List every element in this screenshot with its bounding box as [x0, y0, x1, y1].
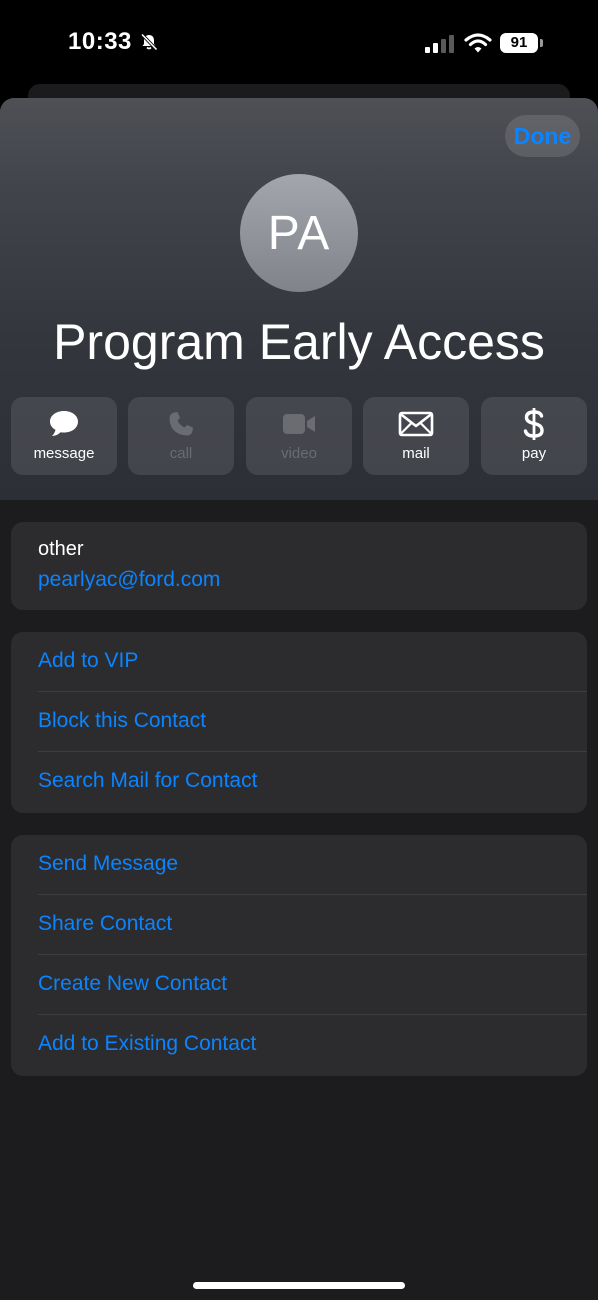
- send-message-button[interactable]: Send Message: [11, 835, 587, 895]
- contact-name: Program Early Access: [53, 314, 545, 370]
- contact-options-group: Add to VIP Block this Contact Search Mai…: [11, 632, 587, 813]
- message-action-button[interactable]: message: [11, 397, 117, 475]
- done-button[interactable]: Done: [505, 115, 580, 157]
- cellular-signal-icon: [425, 35, 454, 53]
- video-camera-icon: [283, 414, 315, 434]
- pay-action-button[interactable]: pay: [481, 397, 587, 475]
- create-new-contact-label: Create New Contact: [38, 972, 228, 995]
- home-indicator[interactable]: [193, 1282, 405, 1289]
- share-contact-button[interactable]: Share Contact: [11, 895, 587, 955]
- add-to-existing-contact-button[interactable]: Add to Existing Contact: [11, 1015, 587, 1075]
- add-to-existing-contact-label: Add to Existing Contact: [38, 1032, 257, 1055]
- share-contact-label: Share Contact: [38, 912, 173, 935]
- create-new-contact-button[interactable]: Create New Contact: [11, 955, 587, 1015]
- message-bubble-icon: [50, 411, 78, 436]
- envelope-icon: [398, 411, 434, 437]
- send-message-label: Send Message: [38, 852, 179, 875]
- email-type-label: other: [38, 538, 84, 560]
- mail-action-button[interactable]: mail: [363, 397, 469, 475]
- add-to-vip-label: Add to VIP: [38, 649, 139, 672]
- block-contact-button[interactable]: Block this Contact: [11, 692, 587, 752]
- email-address-link[interactable]: pearlyac@ford.com: [38, 568, 220, 592]
- status-time: 10:33: [68, 28, 132, 55]
- search-mail-button[interactable]: Search Mail for Contact: [11, 752, 587, 812]
- video-action-label: video: [281, 445, 317, 462]
- avatar: PA: [240, 174, 358, 292]
- block-contact-label: Block this Contact: [38, 709, 207, 732]
- quick-actions: message call video mail pay: [11, 397, 587, 475]
- add-to-vip-button[interactable]: Add to VIP: [11, 632, 587, 692]
- call-action-button[interactable]: call: [128, 397, 234, 475]
- bell-slash-icon: [140, 33, 158, 51]
- contact-actions-group: Send Message Share Contact Create New Co…: [11, 835, 587, 1076]
- contact-card-sheet: Done PA Program Early Access message cal…: [0, 98, 598, 1300]
- email-card: other pearlyac@ford.com: [11, 522, 587, 610]
- video-action-button[interactable]: video: [246, 397, 352, 475]
- dollar-icon: [523, 408, 544, 440]
- search-mail-label: Search Mail for Contact: [38, 769, 258, 792]
- wifi-icon: [464, 33, 492, 53]
- phone-icon: [169, 412, 193, 436]
- pay-action-label: pay: [521, 445, 547, 462]
- mail-action-label: mail: [402, 445, 430, 462]
- battery-icon: 91: [500, 33, 544, 55]
- contact-header: Done PA Program Early Access message cal…: [0, 98, 598, 500]
- message-action-label: message: [33, 445, 95, 462]
- battery-level: 91: [500, 33, 538, 53]
- call-action-label: call: [169, 445, 193, 462]
- status-bar: 10:33 91: [0, 0, 598, 86]
